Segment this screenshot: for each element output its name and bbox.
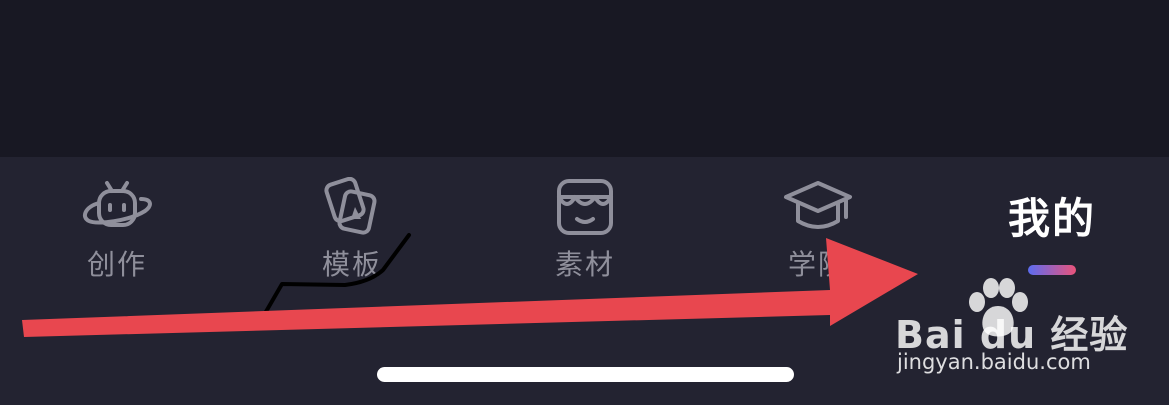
tab-template[interactable]: 模板 bbox=[282, 177, 422, 287]
app-screen: 创作 模板 素材 学院 我的 Bai du 经验 jingyan.baidu.c… bbox=[0, 0, 1169, 405]
tab-school-label: 学院 bbox=[787, 248, 848, 281]
cards-icon bbox=[324, 177, 377, 235]
tv-robot-icon bbox=[82, 181, 152, 227]
active-tab-indicator bbox=[1028, 265, 1076, 275]
tab-material[interactable]: 素材 bbox=[515, 177, 655, 287]
store-icon bbox=[557, 179, 613, 235]
tab-school[interactable]: 学院 bbox=[748, 177, 888, 287]
watermark-url: jingyan.baidu.com bbox=[897, 350, 1091, 374]
tab-material-label: 素材 bbox=[554, 248, 615, 281]
tab-template-label: 模板 bbox=[321, 248, 382, 281]
tab-mine-label: 我的 bbox=[1007, 194, 1096, 243]
baidu-jingyan-watermark: Bai du 经验 jingyan.baidu.com bbox=[895, 278, 1127, 378]
tab-create[interactable]: 创作 bbox=[47, 177, 187, 287]
home-indicator[interactable] bbox=[377, 367, 794, 382]
graduation-cap-icon bbox=[784, 181, 852, 229]
content-area bbox=[0, 0, 1169, 157]
tab-mine[interactable]: 我的 bbox=[982, 195, 1122, 285]
tab-create-label: 创作 bbox=[86, 248, 147, 281]
